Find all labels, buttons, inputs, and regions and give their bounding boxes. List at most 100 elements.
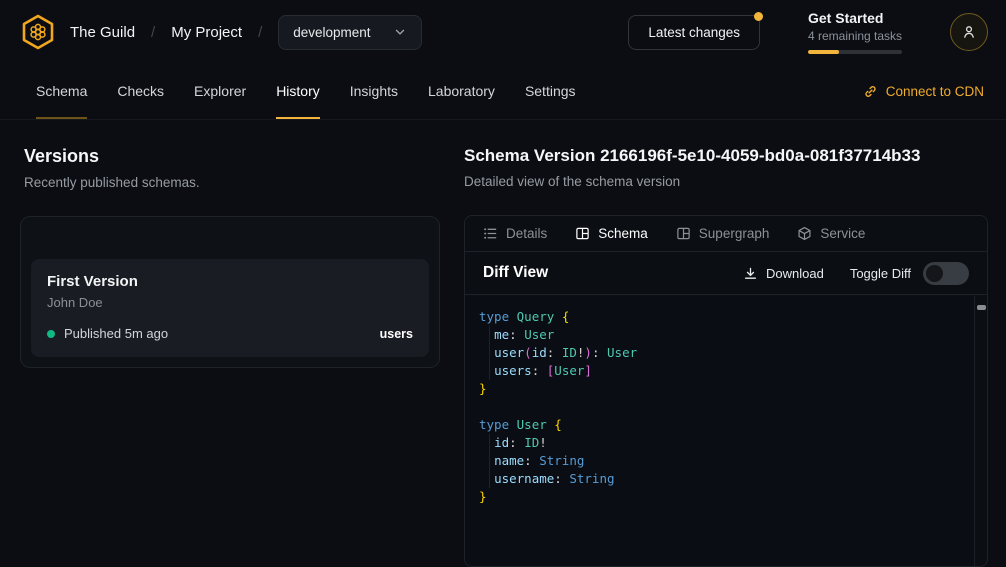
person-icon [961,24,977,40]
code-token: : [509,327,517,342]
version-name: First Version [47,273,413,290]
main-nav: Schema Checks Explorer History Insights Labor… [0,64,1006,120]
breadcrumb-project[interactable]: My Project [171,24,242,41]
code-token [509,309,517,324]
code-scrollbar-thumb[interactable] [977,305,986,310]
code-token [479,471,494,486]
detail-tab-schema[interactable]: Schema [575,226,648,241]
code-line: users: [User] [479,362,974,380]
code-token: user [494,345,524,360]
code-token: ID [562,345,577,360]
code-token: ! [539,435,547,450]
cube-icon [797,226,812,241]
code-token [554,345,562,360]
code-line: username: String [479,470,974,488]
schema-version-panel: Schema Version 2166196f-5e10-4059-bd0a-0… [464,146,988,567]
notification-dot [754,12,763,21]
code-line: type Query { [479,308,974,326]
code-token: User [524,327,554,342]
code-token: id [532,345,547,360]
code-token: id [494,435,509,450]
version-status: Published 5m ago [64,326,168,341]
code-token: : [524,453,532,468]
nav-tab-schema[interactable]: Schema [36,64,87,119]
hive-logo-icon[interactable] [18,12,58,52]
published-status-dot [47,330,55,338]
get-started-widget[interactable]: Get Started 4 remaining tasks [808,10,902,54]
detail-tab-details[interactable]: Details [483,226,547,241]
version-card[interactable]: First Version John Doe Published 5m ago … [31,259,429,357]
nav-tab-explorer[interactable]: Explorer [194,64,246,119]
version-status-row: Published 5m ago users [47,326,413,341]
code-token [554,309,562,324]
code-token: username [494,471,554,486]
code-token: ID [524,435,539,450]
code-line: me: User [479,326,974,344]
code-token [479,453,494,468]
download-button[interactable]: Download [743,266,824,281]
get-started-progressbar [808,50,902,54]
target-selector[interactable]: development [278,15,421,50]
list-icon [483,226,498,241]
nav-tab-checks[interactable]: Checks [117,64,164,119]
connect-to-cdn-link[interactable]: Connect to CDN [863,64,984,119]
nav-tab-insights[interactable]: Insights [350,64,398,119]
code-line: name: String [479,452,974,470]
nav-tab-laboratory[interactable]: Laboratory [428,64,495,119]
code-token: type [479,309,509,324]
code-token [479,345,494,360]
code-scrollbar[interactable] [974,296,987,566]
code-line: id: ID! [479,434,974,452]
top-header: The Guild / My Project / development Lat… [0,0,1006,64]
diff-view-title: Diff View [483,264,548,282]
indent-guide [489,326,490,380]
toggle-diff-control: Toggle Diff [850,262,969,285]
versions-subtitle: Recently published schemas. [20,175,440,190]
schema-detail-card: Details Schema Supergraph Service Diff View… [464,215,988,567]
get-started-subtitle: 4 remaining tasks [808,29,902,43]
detail-tab-service[interactable]: Service [797,226,865,241]
code-token: { [562,309,570,324]
schema-sdl-code[interactable]: type Query { me: User user(id: ID!): Use… [465,296,974,566]
code-token: { [554,417,562,432]
get-started-title: Get Started [808,10,902,26]
code-token: : [509,435,517,450]
columns-icon [676,226,691,241]
code-token: User [517,417,547,432]
code-token: : [554,471,562,486]
code-token [539,363,547,378]
breadcrumb-org[interactable]: The Guild [70,24,135,41]
detail-tab-label: Supergraph [699,226,770,241]
code-token: ] [584,363,592,378]
indent-guide [489,434,490,488]
code-token: users [494,363,532,378]
detail-tab-label: Details [506,226,547,241]
detail-tab-supergraph[interactable]: Supergraph [676,226,770,241]
code-token: } [479,489,487,504]
toggle-knob [926,265,943,282]
target-selector-value: development [293,25,370,40]
schema-version-title: Schema Version 2166196f-5e10-4059-bd0a-0… [464,146,988,166]
code-token: String [569,471,614,486]
breadcrumb-separator: / [151,24,155,41]
code-line: } [479,380,974,398]
nav-tab-history[interactable]: History [276,64,320,119]
get-started-progress-fill [808,50,839,54]
toggle-diff-switch[interactable] [923,262,969,285]
code-line [479,398,974,416]
diff-actions: Download Toggle Diff [743,262,969,285]
code-token: ( [524,345,532,360]
code-token: Query [517,309,555,324]
code-token: me [494,327,509,342]
nav-tabs: Schema Checks Explorer History Insights Labor… [36,64,576,119]
service-badge: users [380,327,413,341]
breadcrumb-separator: / [258,24,262,41]
code-token: User [554,363,584,378]
version-author: John Doe [47,295,413,310]
latest-changes-button[interactable]: Latest changes [628,15,760,50]
chevron-down-icon [393,25,407,39]
user-avatar[interactable] [950,13,988,51]
detail-tab-label: Service [820,226,865,241]
nav-tab-settings[interactable]: Settings [525,64,576,119]
connect-to-cdn-label: Connect to CDN [886,84,984,99]
